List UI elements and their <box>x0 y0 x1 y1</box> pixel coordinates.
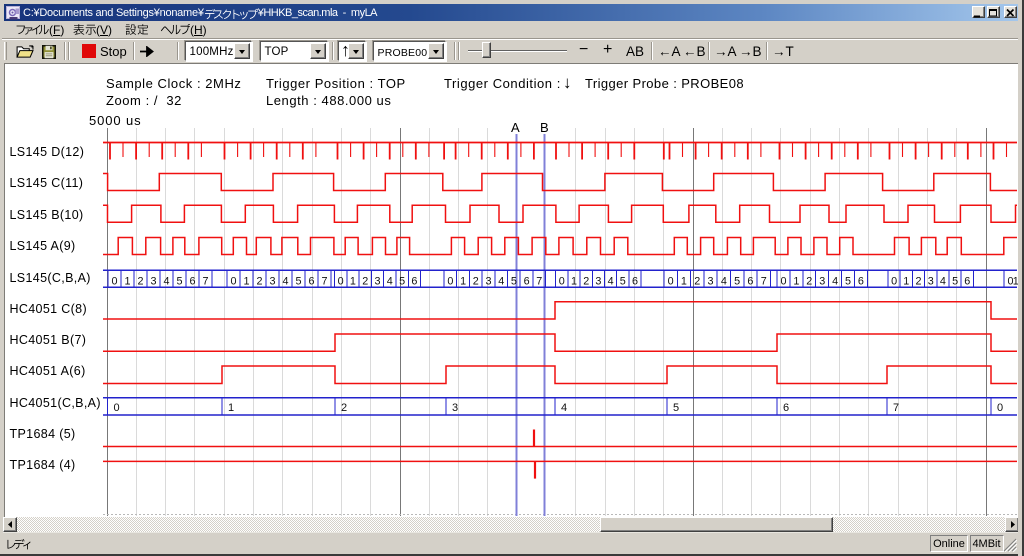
svg-text:4: 4 <box>163 275 169 287</box>
svg-text:5: 5 <box>734 275 740 287</box>
svg-text:5: 5 <box>673 402 679 414</box>
svg-text:0: 0 <box>338 275 344 287</box>
svg-text:7: 7 <box>202 275 208 287</box>
svg-text:7: 7 <box>761 275 767 287</box>
svg-text:3: 3 <box>819 275 825 287</box>
svg-text:1: 1 <box>460 275 466 287</box>
svg-text:3: 3 <box>269 275 275 287</box>
svg-text:1: 1 <box>243 275 249 287</box>
svg-text:7: 7 <box>893 402 899 414</box>
svg-text:6: 6 <box>783 402 789 414</box>
svg-text:5: 5 <box>845 275 851 287</box>
svg-text:5: 5 <box>952 275 958 287</box>
svg-text:0: 0 <box>114 402 120 414</box>
svg-text:3: 3 <box>485 275 491 287</box>
svg-text:2: 2 <box>583 275 589 287</box>
svg-text:5: 5 <box>511 275 517 287</box>
svg-text:0: 0 <box>780 275 786 287</box>
svg-text:0: 0 <box>559 275 565 287</box>
svg-text:1: 1 <box>124 275 130 287</box>
svg-text:1: 1 <box>681 275 687 287</box>
svg-text:2: 2 <box>341 402 347 414</box>
svg-text:6: 6 <box>524 275 530 287</box>
svg-text:5: 5 <box>176 275 182 287</box>
svg-text:5: 5 <box>399 275 405 287</box>
svg-text:6: 6 <box>189 275 195 287</box>
svg-text:5: 5 <box>295 275 301 287</box>
svg-text:2: 2 <box>694 275 700 287</box>
svg-text:1: 1 <box>793 275 799 287</box>
svg-text:1: 1 <box>903 275 909 287</box>
svg-text:2: 2 <box>473 275 479 287</box>
svg-text:0: 0 <box>230 275 236 287</box>
svg-text:4: 4 <box>940 275 946 287</box>
svg-text:4: 4 <box>498 275 504 287</box>
svg-text:3: 3 <box>452 402 458 414</box>
svg-text:3: 3 <box>374 275 380 287</box>
svg-text:1: 1 <box>350 275 356 287</box>
svg-text:6: 6 <box>632 275 638 287</box>
svg-text:1: 1 <box>228 402 234 414</box>
svg-text:4: 4 <box>832 275 838 287</box>
svg-text:0: 0 <box>891 275 897 287</box>
svg-text:3: 3 <box>595 275 601 287</box>
svg-text:4: 4 <box>387 275 393 287</box>
svg-text:7: 7 <box>321 275 327 287</box>
svg-text:2: 2 <box>362 275 368 287</box>
svg-text:3: 3 <box>928 275 934 287</box>
svg-text:3: 3 <box>707 275 713 287</box>
svg-text:6: 6 <box>411 275 417 287</box>
svg-text:4: 4 <box>608 275 614 287</box>
svg-text:4: 4 <box>721 275 727 287</box>
svg-text:6: 6 <box>964 275 970 287</box>
svg-text:7: 7 <box>536 275 542 287</box>
svg-text:4: 4 <box>561 402 567 414</box>
svg-text:2: 2 <box>915 275 921 287</box>
svg-text:6: 6 <box>308 275 314 287</box>
svg-text:2: 2 <box>256 275 262 287</box>
svg-text:4: 4 <box>282 275 288 287</box>
svg-text:0: 0 <box>997 402 1003 414</box>
svg-text:2: 2 <box>806 275 812 287</box>
svg-text:0: 0 <box>668 275 674 287</box>
svg-text:1: 1 <box>571 275 577 287</box>
svg-text:6: 6 <box>858 275 864 287</box>
svg-text:5: 5 <box>620 275 626 287</box>
svg-text:0: 0 <box>447 275 453 287</box>
svg-text:3: 3 <box>150 275 156 287</box>
svg-text:6: 6 <box>747 275 753 287</box>
svg-text:0: 0 <box>111 275 117 287</box>
svg-text:2: 2 <box>137 275 143 287</box>
